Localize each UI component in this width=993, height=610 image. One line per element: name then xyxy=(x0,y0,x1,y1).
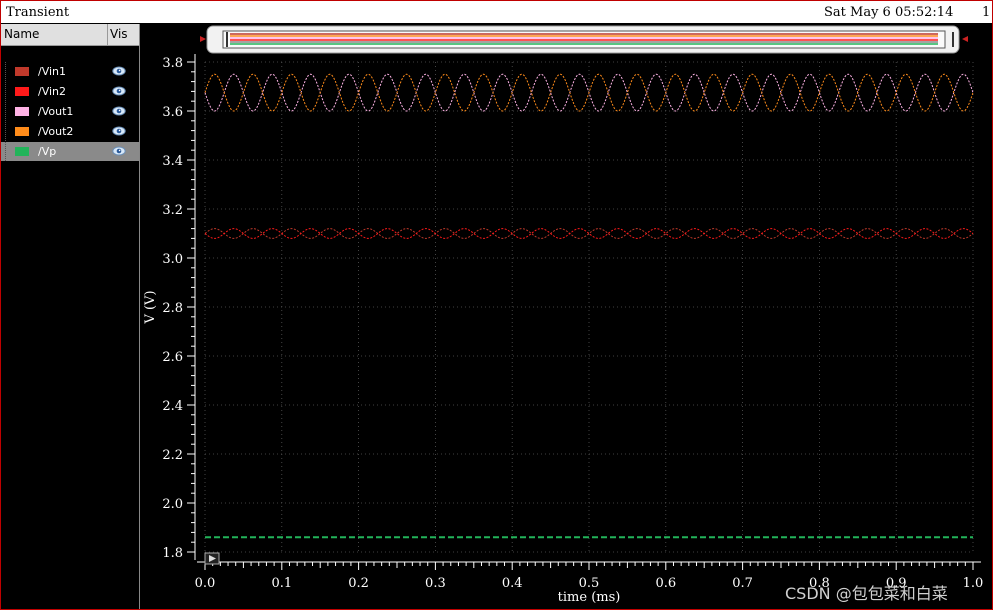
signal-label: /Vout1 xyxy=(38,105,74,118)
signal-color-swatch xyxy=(15,127,29,136)
signal-panel-header: Name Vis xyxy=(1,24,139,46)
signal-panel: Name Vis /Vin1/Vin2/Vout1/Vout2/Vp xyxy=(1,24,140,609)
x-tick-label: 1.0 xyxy=(963,576,984,591)
y-axis-title: V (V) xyxy=(143,290,158,324)
y-tick-label: 3.0 xyxy=(162,252,183,267)
eye-icon[interactable] xyxy=(112,146,126,156)
y-tick-label: 2.4 xyxy=(162,399,183,414)
signal-label: /Vin2 xyxy=(38,85,67,98)
signal-label: /Vout2 xyxy=(38,125,74,138)
eye-icon[interactable] xyxy=(112,126,126,136)
signal-label: /Vin1 xyxy=(38,65,67,78)
tree-line xyxy=(5,82,14,101)
x-tick-label: 0.2 xyxy=(348,576,369,591)
x-tick-label: 0.0 xyxy=(195,576,216,591)
signal-row-vp[interactable]: /Vp xyxy=(1,142,139,161)
watermark: CSDN @包包菜和白菜 xyxy=(785,584,948,603)
trace-vout2[interactable] xyxy=(204,73,974,112)
thumb-grip-right[interactable] xyxy=(952,32,954,47)
y-tick-label: 1.8 xyxy=(162,546,183,561)
y-tick-label: 2.2 xyxy=(162,448,183,463)
y-tick-label: 2.0 xyxy=(162,497,183,512)
datetime-label: Sat May 6 05:52:14 xyxy=(824,5,954,20)
tree-line xyxy=(5,122,14,141)
y-tick-label: 3.8 xyxy=(162,56,183,71)
y-tick-label: 3.6 xyxy=(162,105,183,120)
signal-label: /Vp xyxy=(38,145,57,158)
arrow-left-icon[interactable] xyxy=(200,36,206,42)
signal-row-vout1[interactable]: /Vout1 xyxy=(1,102,139,121)
title-bar: Transient Sat May 6 05:52:14 1 xyxy=(1,1,992,23)
y-tick-label: 2.8 xyxy=(162,301,183,316)
eye-icon[interactable] xyxy=(112,106,126,116)
column-vis-header[interactable]: Vis xyxy=(110,27,128,41)
tree-line xyxy=(5,142,14,161)
x-axis-title: time (ms) xyxy=(558,590,621,605)
thumb-grip-left[interactable] xyxy=(226,32,228,47)
eye-icon[interactable] xyxy=(112,66,126,76)
x-tick-label: 0.7 xyxy=(732,576,753,591)
subwindow-number: 1 xyxy=(982,5,991,20)
signal-row-vin2[interactable]: /Vin2 xyxy=(1,82,139,101)
window-title: Transient xyxy=(6,5,70,20)
signal-color-swatch xyxy=(15,67,29,76)
signal-color-swatch xyxy=(15,87,29,96)
x-tick-label: 0.1 xyxy=(271,576,292,591)
y-tick-label: 3.4 xyxy=(162,154,183,169)
signal-row-vin1[interactable]: /Vin1 xyxy=(1,62,139,81)
x-tick-label: 0.6 xyxy=(655,576,676,591)
x-tick-label: 0.3 xyxy=(425,576,446,591)
waveform-plot[interactable]: 0.0 0.1 0.2 0.3 0.4 0.5 0.6 0.7 0.8 0.9 1.01.82.02… xyxy=(140,24,993,610)
y-tick-label: 3.2 xyxy=(162,203,183,218)
eye-icon[interactable] xyxy=(112,86,126,96)
x-tick-label: 0.4 xyxy=(502,576,523,591)
tree-line xyxy=(5,62,14,81)
signal-color-swatch xyxy=(15,147,29,156)
column-name-header[interactable]: Name xyxy=(4,27,39,41)
y-tick-label: 2.6 xyxy=(162,350,183,365)
x-tick-label: 0.5 xyxy=(579,576,600,591)
tree-line xyxy=(5,102,14,121)
signal-row-vout2[interactable]: /Vout2 xyxy=(1,122,139,141)
signal-color-swatch xyxy=(15,107,29,116)
column-divider[interactable] xyxy=(107,24,108,45)
arrow-right-icon[interactable] xyxy=(962,36,968,42)
